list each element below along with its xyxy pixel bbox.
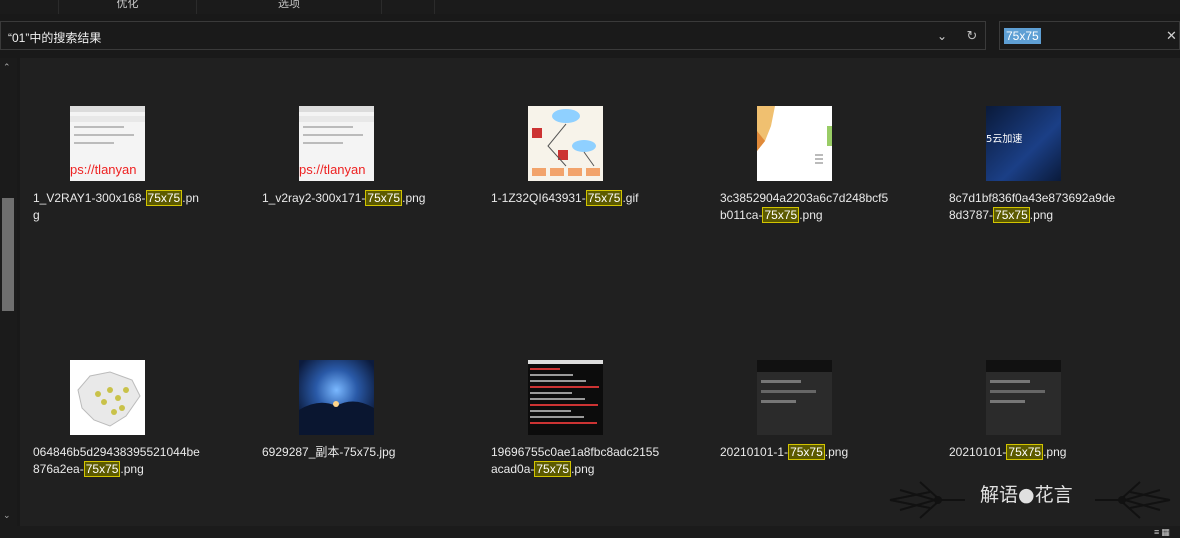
file-thumbnail[interactable] [757, 106, 832, 181]
search-match-highlight: 75x75 [762, 207, 800, 223]
file-name-suffix: .png [402, 191, 426, 205]
thumbnail-text: 5云加速 [986, 134, 1023, 145]
file-name-prefix: 20210101-1- [720, 445, 789, 459]
file-thumbnail[interactable] [986, 360, 1061, 435]
file-name-suffix: .png [571, 462, 595, 476]
search-match-highlight: 75x75 [1006, 444, 1044, 460]
file-name-prefix: 20210101- [949, 445, 1007, 459]
file-thumbnail[interactable] [70, 360, 145, 435]
file-name-prefix: 1-1Z32QI643931- [491, 191, 586, 205]
file-thumbnail[interactable]: ps://tlanyan [70, 106, 145, 181]
search-input[interactable]: 75x75 [1004, 28, 1041, 44]
file-name: 1-1Z32QI643931- 75x75 .gif [491, 190, 661, 207]
file-name: 1_V2RAY1-300x168- 75x75 .png [33, 190, 203, 224]
scrollbar-thumb[interactable] [2, 198, 14, 311]
file-name-suffix: .png [824, 445, 849, 459]
file-name: 20210101- 75x75 .png [949, 444, 1119, 461]
ribbon-tabs: 优化 选项 [0, 0, 1180, 14]
file-list-pane: ps://tlanyan 1_V2RAY1-300x168- 75x75 .png ps… [20, 58, 1180, 526]
file-name-suffix: .png [1043, 445, 1067, 459]
ribbon-tab-blank[interactable] [381, 0, 435, 14]
vertical-scrollbar[interactable]: ⌃ ⌄ [0, 58, 17, 526]
close-icon[interactable]: ✕ [1166, 28, 1177, 44]
search-match-highlight: 75x75 [534, 461, 572, 477]
file-thumbnail[interactable]: ps://tlanyan [299, 106, 374, 181]
file-name: 1_v2ray2-300x171- 75x75 .png [262, 190, 432, 207]
watermark-text: 解语●花言 [980, 484, 1073, 506]
search-match-highlight: 75x75 [83, 461, 121, 477]
file-name-prefix: 6929287_副本-75x75.jpg [262, 445, 396, 459]
file-name-suffix: .gif [622, 191, 639, 205]
file-name-suffix: .png [120, 462, 144, 476]
chevron-down-icon[interactable]: ⌄ [933, 27, 951, 45]
file-name-prefix: 1_v2ray2-300x171- [262, 191, 366, 205]
file-name: 8c7d1bf836f0a43e873692a9de8d3787- 75x75 .p… [949, 190, 1119, 224]
search-match-highlight: 75x75 [788, 444, 825, 460]
search-match-highlight: 75x75 [585, 190, 623, 206]
refresh-icon[interactable]: ↻ [963, 27, 981, 45]
address-bar[interactable]: “01”中的搜索结果 ⌄ ↻ [0, 21, 986, 50]
search-match-highlight: 75x75 [145, 190, 183, 206]
ribbon-tab-optimize[interactable]: 优化 [58, 0, 196, 14]
file-name: 064846b5d29438395521044be876a2ea- 75x75 .p… [33, 444, 203, 478]
file-thumbnail[interactable] [299, 360, 374, 435]
search-box[interactable]: 75x75 ✕ [999, 21, 1180, 50]
file-name: 20210101-1- 75x75 .png [720, 444, 890, 461]
file-name: 3c3852904a2203a6c7d248bcf5b011ca- 75x75 .p… [720, 190, 890, 224]
file-thumbnail[interactable] [528, 360, 603, 435]
ribbon-tab-options[interactable]: 选项 [196, 0, 381, 14]
search-match-highlight: 75x75 [365, 190, 403, 206]
file-thumbnail[interactable]: 5云加速 [986, 106, 1061, 181]
search-match-highlight: 75x75 [993, 207, 1030, 223]
address-path: “01”中的搜索结果 [8, 31, 102, 45]
file-name-suffix: .png [799, 208, 823, 222]
file-name-prefix: 1_V2RAY1-300x168- [33, 191, 146, 205]
view-toggle-icon[interactable]: ≡▦ [1154, 527, 1172, 538]
file-name: 19696755c0ae1a8fbc8adc2155acad0a- 75x75 .p… [491, 444, 661, 478]
file-name: 6929287_副本-75x75.jpg [262, 444, 432, 461]
thumbnail-text: ps://tlanyan [70, 162, 137, 177]
file-thumbnail[interactable] [528, 106, 603, 181]
thumbnail-text: ps://tlanyan [299, 162, 366, 177]
file-thumbnail[interactable] [757, 360, 832, 435]
watermark: 解语●花言 [880, 472, 1180, 528]
scroll-up-icon[interactable]: ⌃ [3, 62, 11, 73]
scroll-down-icon[interactable]: ⌄ [3, 510, 11, 521]
file-name-suffix: .png [1029, 208, 1054, 222]
